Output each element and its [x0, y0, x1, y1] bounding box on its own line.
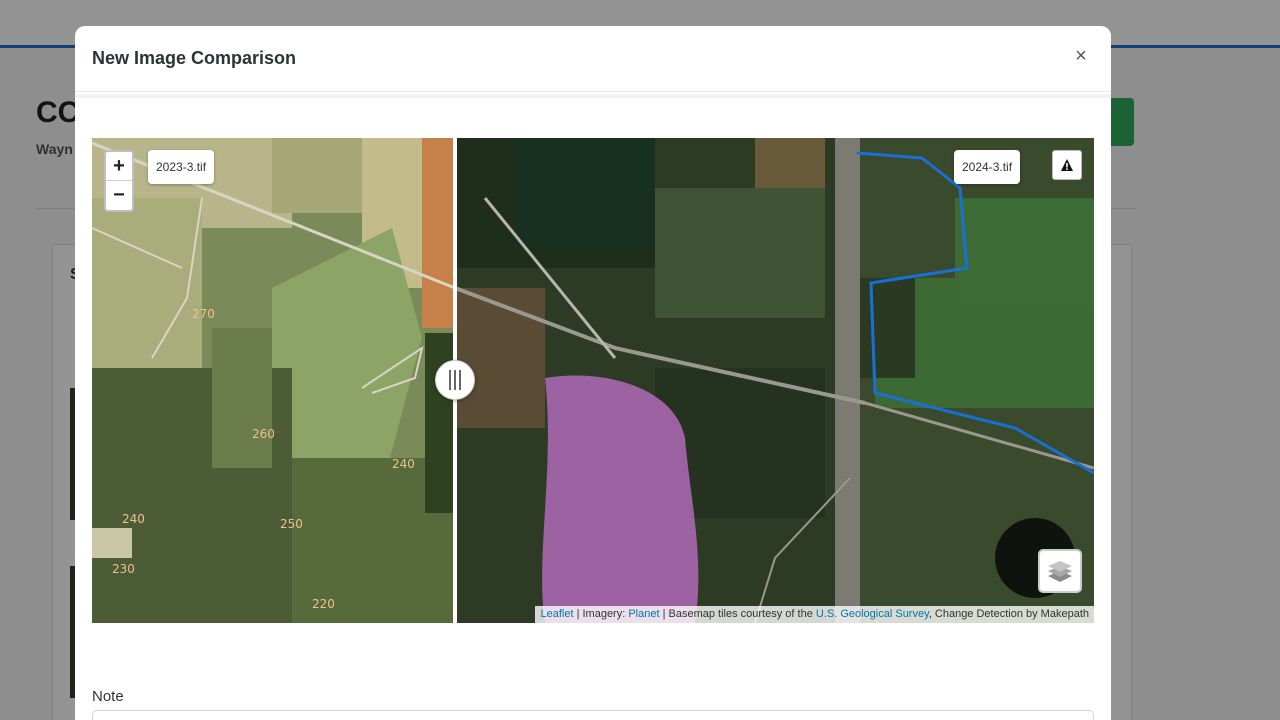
leaflet-link[interactable]: Leaflet	[540, 608, 573, 620]
modal-title: New Image Comparison	[92, 48, 297, 68]
contour-label: 240	[392, 457, 415, 471]
note-input[interactable]	[92, 710, 1094, 720]
comparison-map[interactable]: 270 260 240 240 250 230 220 + − 2023-3.t…	[92, 138, 1094, 623]
layers-icon	[1048, 561, 1072, 582]
comparison-slider-handle[interactable]	[435, 360, 475, 400]
note-label: Note	[92, 688, 124, 705]
left-image-pane: 270 260 240 240 250 230 220	[92, 138, 455, 623]
modal-header: New Image Comparison ×	[75, 26, 1111, 92]
contour-label: 230	[112, 562, 135, 576]
image-comparison-modal: New Image Comparison × 270 260 240 240 2…	[75, 26, 1111, 720]
zoom-control: + −	[104, 150, 134, 212]
contour-label: 270	[192, 307, 215, 321]
right-satellite-image	[455, 138, 1094, 623]
warning-button[interactable]	[1052, 150, 1082, 180]
left-aerial-image: 270 260 240 240 250 230 220	[92, 138, 455, 623]
zoom-in-button[interactable]: +	[106, 152, 132, 181]
close-button[interactable]: ×	[1071, 46, 1091, 66]
attribution-text: , Change Detection by Makepath	[928, 608, 1089, 620]
attribution-text: | Imagery:	[573, 608, 629, 620]
right-image-label: 2024-3.tif	[954, 150, 1021, 184]
warning-icon	[1061, 159, 1073, 171]
planet-link[interactable]: Planet	[628, 608, 659, 620]
layers-button[interactable]	[1038, 549, 1082, 593]
map-attribution: Leaflet | Imagery: Planet | Basemap tile…	[535, 606, 1094, 623]
contour-label: 240	[122, 512, 145, 526]
modal-divider	[75, 94, 1111, 98]
right-image-pane	[455, 138, 1094, 623]
zoom-out-button[interactable]: −	[106, 181, 132, 210]
usgs-link[interactable]: U.S. Geological Survey	[816, 608, 929, 620]
contour-label: 220	[312, 597, 335, 611]
contour-label: 250	[280, 517, 303, 531]
contour-label: 260	[252, 427, 275, 441]
attribution-text: | Basemap tiles courtesy of the	[659, 608, 816, 620]
left-image-label: 2023-3.tif	[148, 150, 215, 184]
grip-icon	[449, 370, 461, 390]
